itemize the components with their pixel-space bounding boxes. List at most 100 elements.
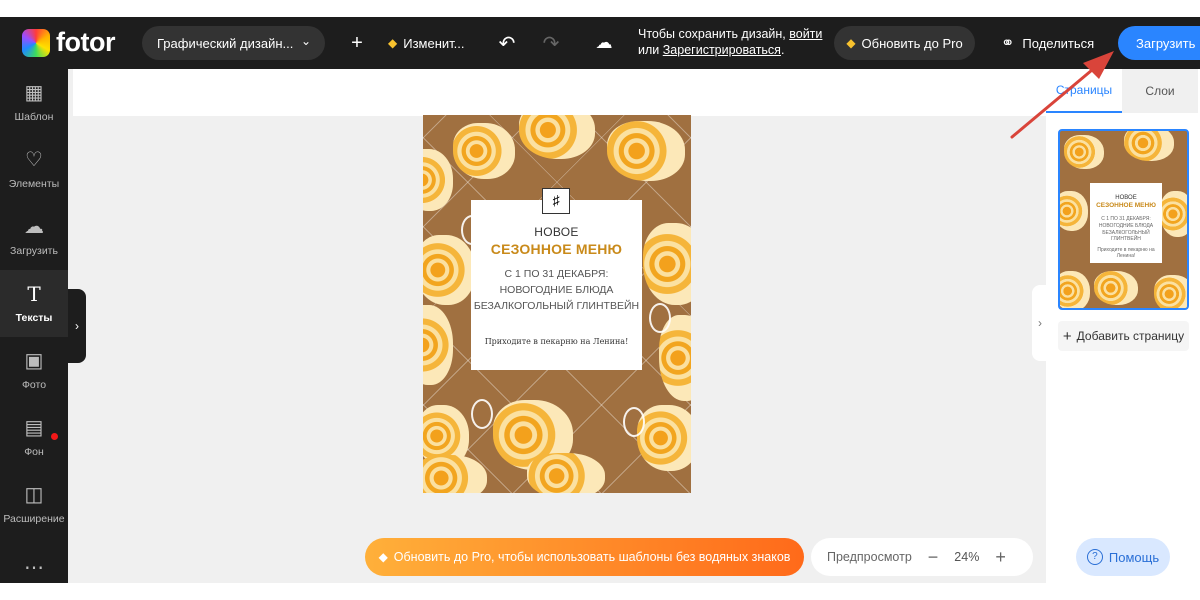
sidebar-item-label: Шаблон [14,111,54,123]
editor-app: fotor Графический дизайн... ⌄ + ◆ Измени… [0,17,1200,583]
page-thumbnail[interactable]: НОВОЕ СЕЗОННОЕ МЕНЮ С 1 ПО 31 ДЕКАБРЯ: Н… [1058,129,1189,310]
design-type-label: Графический дизайн... [157,35,294,51]
upload-icon: ☁ [24,216,44,238]
redo-icon[interactable]: ↷ [538,29,564,57]
right-panel: Страницы Слои НОВОЕ СЕЗОННОЕ МЕНЮ С 1 ПО… [1046,69,1200,583]
top-bar: fotor Графический дизайн... ⌄ + ◆ Измени… [0,17,1200,69]
save-notice-or: или [638,43,660,57]
zoom-in-icon[interactable]: + [995,547,1006,568]
download-label: Загрузить [1136,35,1196,51]
help-label: Помощь [1108,549,1160,565]
bun-illustration [637,405,691,471]
undo-icon[interactable]: ↶ [494,29,520,57]
fotor-logo[interactable]: fotor [22,27,115,58]
tab-pages[interactable]: Страницы [1046,69,1122,113]
thumb-title: СЕЗОННОЕ МЕНЮ [1096,202,1156,209]
share-icon: ⚭ [1001,35,1015,52]
thumb-line-new: НОВОЕ [1115,195,1137,201]
share-button[interactable]: ⚭ Поделиться [1001,27,1094,59]
sidebar-item-label: Элементы [8,178,60,190]
zoom-level: 24% [954,550,980,564]
tree-logo-icon: ♯ [542,188,570,214]
swirl-decoration [649,303,671,333]
thumb-invite: Приходите в пекарню на Ленина! [1097,247,1155,259]
bun-illustration [453,123,515,179]
sidebar-item-label: Тексты [15,312,53,324]
chevron-down-icon: ⌄ [300,34,311,48]
upgrade-pro-button[interactable]: ◆ Обновить до Pro [834,26,975,60]
bun-illustration [1064,135,1104,169]
tab-pages-label: Страницы [1055,83,1113,97]
add-icon[interactable]: + [344,29,370,57]
left-sidebar: ▦ Шаблон ♡ Элементы ☁ Загрузить T Тексты… [0,69,68,583]
template-icon: ▦ [24,82,44,104]
notification-dot [51,433,58,440]
diamond-icon: ◆ [388,36,398,50]
diamond-icon: ◆ [378,550,388,564]
zoom-out-icon[interactable]: − [928,547,939,568]
poster-line-dates: С 1 ПО 31 ДЕКАБРЯ: [504,268,609,280]
sidebar-item-label: Загрузить [10,245,58,257]
diamond-icon: ◆ [846,36,856,50]
tab-layers-label: Слои [1145,84,1175,98]
zoom-controls: Предпросмотр − 24% + [811,538,1033,576]
thumbnail-card: НОВОЕ СЕЗОННОЕ МЕНЮ С 1 ПО 31 ДЕКАБРЯ: Н… [1090,183,1162,263]
poster-line-dishes: НОВОГОДНИЕ БЛЮДА [499,284,614,296]
save-notice-text: Чтобы сохранить дизайн, [638,27,786,41]
design-canvas[interactable]: ♯ НОВОЕ СЕЗОННОЕ МЕНЮ С 1 ПО 31 ДЕКАБРЯ:… [423,115,691,493]
sidebar-item-elements[interactable]: ♡ Элементы [0,136,68,203]
poster-invite: Приходите в пекарню на Ленина! [484,337,629,346]
download-button[interactable]: Загрузить [1118,26,1200,60]
canvas-toolbar-strip [73,69,1046,116]
sidebar-item-extension[interactable]: ◫ Расширение [0,471,68,538]
extension-icon: ◫ [24,484,44,506]
logo-text: fotor [56,27,115,57]
sidebar-item-more[interactable]: ⋯ [0,544,68,583]
more-icon: ⋯ [24,557,44,579]
bun-illustration [1160,191,1187,237]
bun-illustration [1060,271,1090,308]
bun-illustration [527,453,605,493]
login-link[interactable]: войти [789,27,822,41]
sidebar-item-upload[interactable]: ☁ Загрузить [0,203,68,270]
poster-title: СЕЗОННОЕ МЕНЮ [490,241,623,257]
sidebar-item-label: Расширение [3,513,65,525]
bun-illustration [1124,131,1174,161]
poster-line-new: НОВОЕ [534,225,579,239]
menu-text-card[interactable]: ♯ НОВОЕ СЕЗОННОЕ МЕНЮ С 1 ПО 31 ДЕКАБРЯ:… [471,188,642,370]
cloud-save-icon[interactable]: ☁ [591,29,617,57]
thumb-line-drink: БЕЗАЛКОГОЛЬНЫЙ ГЛИНТВЕЙН [1102,230,1150,242]
help-icon: ? [1086,549,1103,565]
pro-upgrade-banner[interactable]: ◆ Обновить до Pro, чтобы использовать ша… [365,538,804,576]
sidebar-item-photo[interactable]: ▣ Фото [0,337,68,404]
plus-icon: + [1062,327,1072,345]
bun-illustration [1094,271,1138,305]
logo-mark-icon [22,28,50,57]
add-page-label: Добавить страницу [1076,329,1185,343]
poster-line-drink: БЕЗАЛКОГОЛЬНЫЙ ГЛИНТВЕЙН [473,300,640,312]
resize-label: Изменит... [403,35,465,51]
design-type-dropdown[interactable]: Графический дизайн... ⌄ [142,26,325,60]
photo-icon: ▣ [24,350,44,372]
thumb-line-dishes: НОВОГОДНИЕ БЛЮДА [1098,223,1154,229]
preview-button[interactable]: Предпросмотр [827,550,912,564]
sidebar-item-label: Фото [21,379,47,391]
add-page-button[interactable]: + Добавить страницу [1058,321,1189,351]
resize-button[interactable]: ◆ Изменит... [388,27,465,59]
bun-illustration [423,235,475,305]
sidebar-item-template[interactable]: ▦ Шаблон [0,69,68,136]
share-label: Поделиться [1022,35,1095,51]
help-button[interactable]: ? Помощь [1076,538,1170,576]
swirl-decoration [471,399,493,429]
tab-layers[interactable]: Слои [1122,69,1198,113]
sidebar-item-texts[interactable]: T Тексты [0,270,68,337]
save-notice: Чтобы сохранить дизайн, войти или Зареги… [638,26,822,58]
save-notice-dot: . [780,43,785,57]
bun-illustration [1154,275,1187,308]
sidebar-item-label: Фон [24,446,44,458]
register-link[interactable]: Зарегистрироваться [663,43,781,57]
elements-icon: ♡ [25,149,43,171]
sidebar-expand-tab[interactable]: › [68,289,86,363]
text-icon: T [27,282,41,306]
thumb-line-dates: С 1 ПО 31 ДЕКАБРЯ: [1101,216,1151,222]
